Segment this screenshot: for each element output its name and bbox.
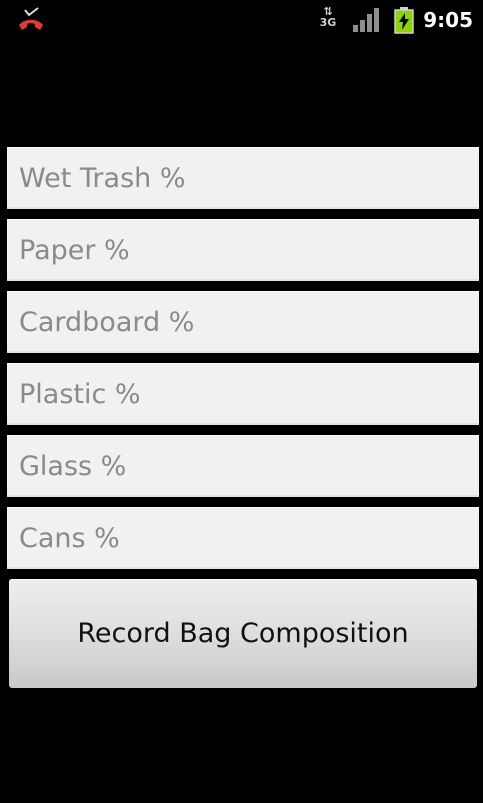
cans-input[interactable]: [7, 508, 479, 569]
wet-trash-input[interactable]: [7, 148, 479, 209]
status-clock: 9:05: [423, 8, 473, 32]
wet-trash-field[interactable]: [7, 147, 479, 209]
network-type-label: 3G: [319, 16, 337, 29]
battery-charging-icon: [394, 7, 414, 34]
paper-field[interactable]: [7, 219, 479, 281]
cardboard-field[interactable]: [7, 291, 479, 353]
cardboard-input[interactable]: [7, 292, 479, 353]
glass-input[interactable]: [7, 436, 479, 497]
paper-input[interactable]: [7, 220, 479, 281]
plastic-input[interactable]: [7, 364, 479, 425]
glass-field[interactable]: [7, 435, 479, 497]
signal-strength-icon: [353, 8, 379, 32]
status-bar: ⇅ 3G 9:05: [0, 0, 483, 40]
missed-call-icon: [19, 7, 43, 30]
cans-field[interactable]: [7, 507, 479, 569]
record-bag-composition-button[interactable]: Record Bag Composition: [9, 579, 477, 688]
plastic-field[interactable]: [7, 363, 479, 425]
data-activity-icon: ⇅ 3G: [319, 5, 337, 29]
